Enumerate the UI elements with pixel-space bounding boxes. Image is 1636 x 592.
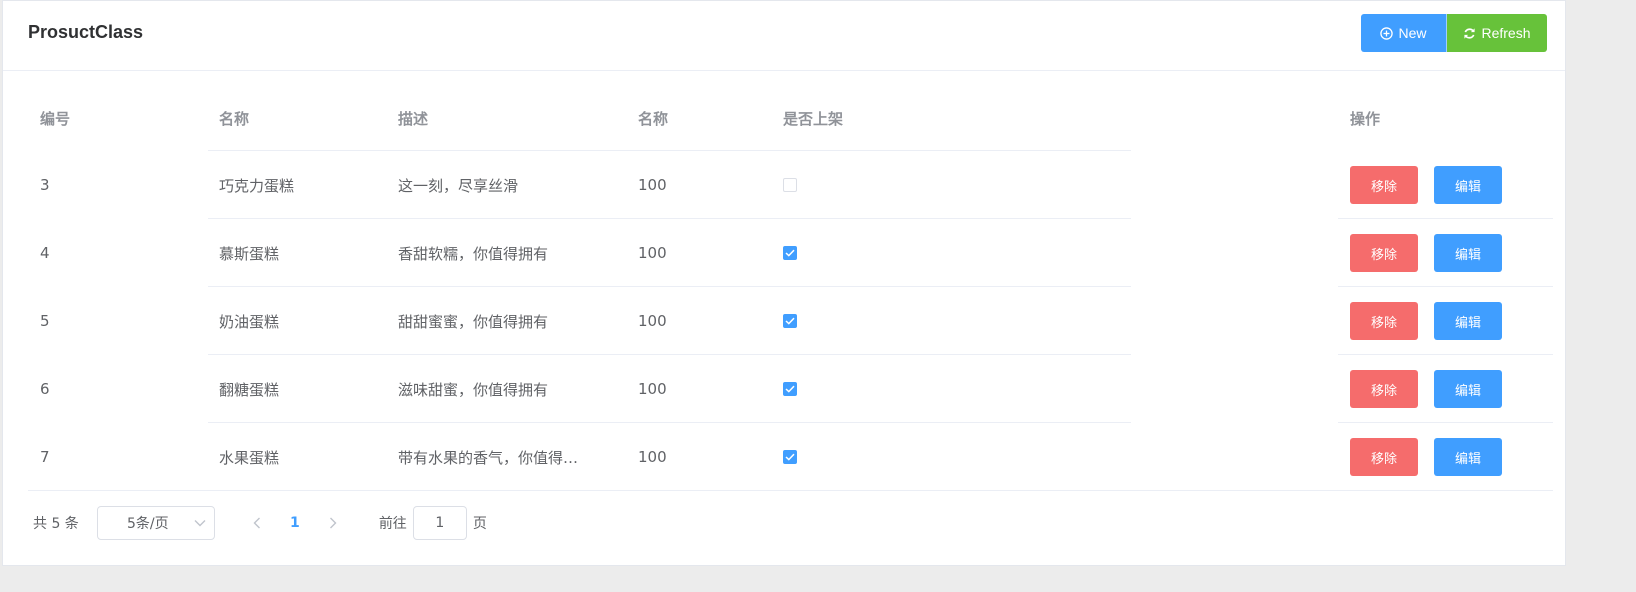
- cell-on-shelf: [783, 151, 797, 219]
- cell-on-shelf: [783, 287, 797, 355]
- remove-button[interactable]: 移除: [1350, 234, 1418, 272]
- on-shelf-checkbox[interactable]: [783, 314, 797, 328]
- prev-page-button[interactable]: [243, 517, 271, 529]
- card-header: ProsuctClass New Refresh: [3, 1, 1565, 71]
- remove-button[interactable]: 移除: [1350, 302, 1418, 340]
- refresh-button[interactable]: Refresh: [1447, 14, 1547, 52]
- check-icon: [785, 453, 795, 461]
- cell-desc-text: 带有水果的香气，你值得…: [398, 448, 579, 467]
- cell-operations: 移除 编辑: [1350, 423, 1502, 491]
- cell-name: 翻糖蛋糕: [219, 380, 280, 399]
- remove-button[interactable]: 移除: [1350, 370, 1418, 408]
- table-row: 3 巧克力蛋糕 这一刻，尽享丝滑 100 移除 编辑: [28, 151, 1553, 219]
- header-button-group: New Refresh: [1361, 14, 1547, 52]
- cell-on-shelf: [783, 355, 797, 423]
- cell-on-shelf: [783, 219, 797, 287]
- chevron-left-icon: [253, 517, 260, 529]
- product-class-card: ProsuctClass New Refresh 编号 名称 描述 名称 是否上…: [2, 0, 1566, 566]
- table-bottom-divider: [28, 490, 1553, 491]
- cell-desc-text: 这一刻，尽享丝滑: [398, 176, 519, 195]
- pagination-total: 共 5 条: [33, 516, 79, 532]
- edit-button[interactable]: 编辑: [1434, 302, 1502, 340]
- cell-price: 100: [638, 380, 667, 398]
- cell-id: 3: [40, 176, 50, 194]
- cell-desc: 这一刻，尽享丝滑: [398, 151, 608, 219]
- check-icon: [785, 317, 795, 325]
- edit-button[interactable]: 编辑: [1434, 438, 1502, 476]
- remove-button[interactable]: 移除: [1350, 438, 1418, 476]
- chevron-down-icon: [194, 520, 206, 527]
- column-header-desc: 描述: [398, 109, 429, 128]
- on-shelf-checkbox[interactable]: [783, 246, 797, 260]
- cell-operations: 移除 编辑: [1350, 287, 1502, 355]
- column-header-id: 编号: [40, 109, 71, 128]
- column-header-name: 名称: [219, 109, 250, 128]
- cell-desc-text: 香甜软糯，你值得拥有: [398, 244, 549, 263]
- pagination: 共 5 条 5条/页 1 前往 1 页: [33, 505, 487, 541]
- refresh-button-label: Refresh: [1481, 25, 1531, 41]
- goto-page-input[interactable]: 1: [412, 506, 467, 540]
- cell-name: 奶油蛋糕: [219, 312, 280, 331]
- check-icon: [785, 249, 795, 257]
- cell-price: 100: [638, 244, 667, 262]
- page-size-select[interactable]: 5条/页: [96, 506, 215, 540]
- cell-operations: 移除 编辑: [1350, 151, 1502, 219]
- new-button[interactable]: New: [1361, 14, 1447, 52]
- page-title: ProsuctClass: [28, 22, 144, 42]
- table-row: 7 水果蛋糕 带有水果的香气，你值得… 100 移除 编辑: [28, 423, 1553, 491]
- goto-suffix: 页: [472, 516, 487, 532]
- cell-id: 6: [40, 380, 50, 398]
- cell-desc-text: 甜甜蜜蜜，你值得拥有: [398, 312, 549, 331]
- cell-operations: 移除 编辑: [1350, 219, 1502, 287]
- on-shelf-checkbox[interactable]: [783, 178, 797, 192]
- cell-name: 慕斯蛋糕: [219, 244, 280, 263]
- cell-id: 4: [40, 244, 50, 262]
- refresh-icon: [1464, 27, 1476, 39]
- cell-desc: 香甜软糯，你值得拥有: [398, 219, 608, 287]
- on-shelf-checkbox[interactable]: [783, 450, 797, 464]
- cell-id: 7: [40, 448, 50, 466]
- cell-desc: 带有水果的香气，你值得…: [398, 423, 608, 491]
- page-number-current[interactable]: 1: [281, 515, 309, 531]
- cell-desc: 滋味甜蜜，你值得拥有: [398, 355, 608, 423]
- table-header-row: 编号 名称 描述 名称 是否上架 操作: [28, 85, 1553, 151]
- edit-button[interactable]: 编辑: [1434, 370, 1502, 408]
- cell-desc-text: 滋味甜蜜，你值得拥有: [398, 380, 549, 399]
- table-row: 5 奶油蛋糕 甜甜蜜蜜，你值得拥有 100 移除 编辑: [28, 287, 1553, 355]
- product-table: 编号 名称 描述 名称 是否上架 操作 3 巧克力蛋糕 这一刻，尽享丝滑 100…: [28, 85, 1553, 491]
- column-header-operations: 操作: [1350, 109, 1381, 128]
- edit-button[interactable]: 编辑: [1434, 234, 1502, 272]
- circle-plus-icon: [1380, 26, 1394, 40]
- remove-button[interactable]: 移除: [1350, 166, 1418, 204]
- column-header-price: 名称: [638, 109, 669, 128]
- cell-name: 水果蛋糕: [219, 448, 280, 467]
- cell-on-shelf: [783, 423, 797, 491]
- page-size-value: 5条/页: [127, 516, 169, 532]
- column-header-on-shelf: 是否上架: [783, 109, 844, 128]
- cell-name: 巧克力蛋糕: [219, 176, 295, 195]
- on-shelf-checkbox[interactable]: [783, 382, 797, 396]
- chevron-right-icon: [329, 517, 337, 529]
- next-page-button[interactable]: [319, 517, 347, 529]
- check-icon: [785, 385, 795, 393]
- table-row: 4 慕斯蛋糕 香甜软糯，你值得拥有 100 移除 编辑: [28, 219, 1553, 287]
- edit-button[interactable]: 编辑: [1434, 166, 1502, 204]
- new-button-label: New: [1398, 25, 1427, 41]
- goto-prefix: 前往: [378, 516, 407, 532]
- cell-operations: 移除 编辑: [1350, 355, 1502, 423]
- table-row: 6 翻糖蛋糕 滋味甜蜜，你值得拥有 100 移除 编辑: [28, 355, 1553, 423]
- cell-price: 100: [638, 176, 667, 194]
- cell-price: 100: [638, 312, 667, 330]
- cell-desc: 甜甜蜜蜜，你值得拥有: [398, 287, 608, 355]
- cell-id: 5: [40, 312, 50, 330]
- cell-price: 100: [638, 448, 667, 466]
